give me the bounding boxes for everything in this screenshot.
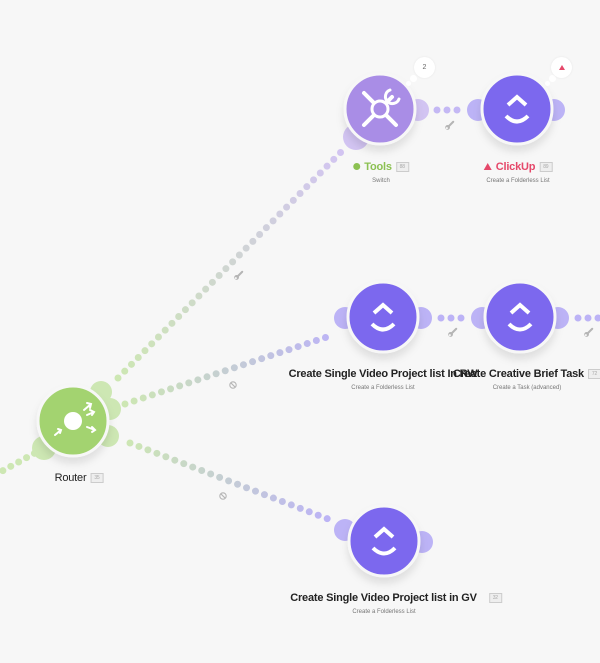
wrench-icon[interactable] (444, 119, 455, 130)
module-name: Router (54, 472, 87, 484)
connection-incoming[interactable] (0, 449, 39, 477)
status-ok-icon (353, 163, 361, 170)
module-id-badge: 88 (395, 161, 409, 172)
module-name: ClickUp (495, 160, 536, 173)
scenario-canvas[interactable] (0, 0, 600, 663)
module-id-badge: 32 (488, 593, 502, 603)
warning-icon (558, 65, 565, 70)
wrench-icon[interactable] (583, 326, 594, 337)
router-label: Router 35 (55, 468, 104, 486)
tools-module[interactable] (343, 72, 429, 150)
tools-label: Tools 88 Switch (353, 157, 409, 184)
gv-list-label: Create Single Video Project list in GV 3… (290, 588, 502, 615)
no-filter-icon[interactable] (229, 381, 237, 389)
operations-count: 2 (422, 64, 427, 71)
module-name: Create Creative Brief Task (453, 368, 584, 380)
module-name: Create Single Video Project list in GV (290, 592, 477, 604)
module-name: Create Single Video Project list In RW (288, 368, 478, 380)
rw-list-module[interactable] (334, 280, 432, 354)
bubble-dot (410, 75, 417, 82)
operations-count-bubble[interactable]: 2 (414, 57, 435, 78)
creative-brief-label: Create Creative Brief Task 72 Create a T… (453, 364, 600, 391)
gv-list-module[interactable] (334, 504, 433, 578)
connection-router-gv[interactable] (126, 439, 332, 523)
clickup-label: ClickUp 89 Create a Folderless List (483, 157, 553, 184)
warning-icon (483, 163, 492, 170)
bubble-dot (406, 81, 411, 86)
module-id-badge: 35 (90, 473, 104, 483)
module-name: Tools (364, 160, 392, 173)
bubble-dot (545, 81, 550, 86)
module-subtitle: Create a Folderless List (352, 609, 416, 615)
router-module[interactable] (32, 381, 121, 460)
wrench-icon[interactable] (233, 269, 244, 280)
module-subtitle: Switch (372, 178, 390, 184)
clickup-module[interactable] (467, 72, 565, 146)
module-subtitle: Create a Folderless List (486, 178, 550, 184)
no-filter-icon[interactable] (219, 492, 227, 500)
module-id-badge: 89 (539, 161, 553, 172)
module-subtitle: Create a Folderless List (351, 385, 415, 391)
creative-brief-module[interactable] (471, 280, 569, 354)
warning-bubble[interactable] (551, 57, 572, 78)
module-id-badge: 72 (587, 369, 600, 379)
module-subtitle: Create a Task (advanced) (492, 385, 562, 391)
rw-list-label: Create Single Video Project list In RW C… (289, 364, 478, 391)
wrench-icon[interactable] (447, 326, 458, 337)
